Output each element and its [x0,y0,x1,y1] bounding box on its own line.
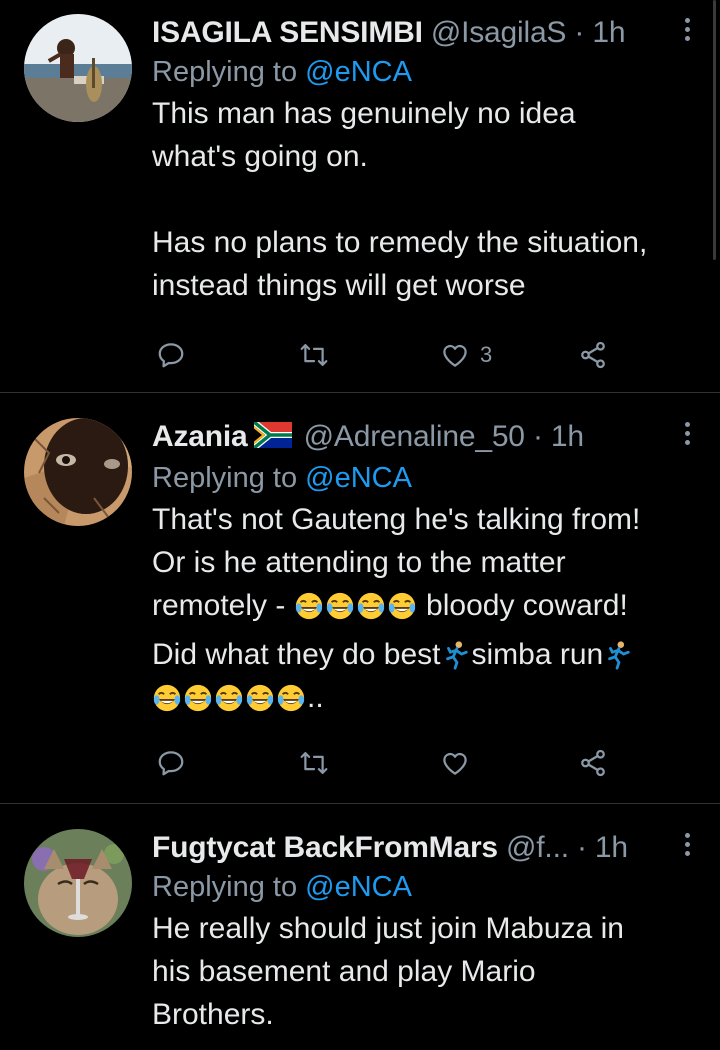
tweet-text: He really should just join Mabuza in his… [152,912,624,1031]
reply-icon [158,751,184,776]
avatar[interactable] [24,418,132,526]
tears-of-joy-emoji [326,592,353,620]
timestamp[interactable]: 1h [592,16,625,49]
tears-of-joy-emoji [277,684,305,712]
text-segment: Did what they do best [152,638,441,671]
south-africa-flag-icon [251,419,292,458]
reply-button[interactable] [156,338,186,372]
text-segment: simba run [471,638,604,671]
like-button[interactable]: 3 [440,338,492,372]
retweet-icon [300,344,328,366]
mention-link[interactable]: @eNCA [305,462,412,494]
display-name[interactable]: Fugtycat BackFromMars [152,831,498,864]
mention-link[interactable]: @eNCA [305,56,412,88]
share-icon [581,341,605,369]
text-line: Did what they do best simba run [152,633,697,676]
more-vertical-icon[interactable] [682,18,692,48]
heart-icon [443,752,467,775]
timestamp[interactable]: 1h [551,420,584,453]
timestamp[interactable]: 1h [595,831,628,864]
more-vertical-icon[interactable] [682,833,692,863]
replying-to-line: Replying to @eNCA [152,52,697,92]
tears-of-joy-emoji [246,684,274,712]
replying-to-label: Replying to [152,462,306,494]
tweet-header: ISAGILA SENSIMBI @IsagilaS · 1h [152,14,697,52]
replying-to-line: Replying to @eNCA [152,867,697,907]
separator: · [574,16,585,49]
cracked-earth-face-avatar [24,418,132,526]
tears-of-joy-emoji-group [152,682,307,725]
tears-of-joy-emoji [357,592,384,620]
reply-button[interactable] [156,746,186,780]
retweet-button[interactable] [298,746,330,780]
tweet-3[interactable]: Fugtycat BackFromMars @f... · 1h Replyin… [0,804,720,1050]
warrior-on-rock-avatar [24,14,132,122]
running-person-emoji [445,641,468,670]
tweet-header: Azania @Adrenaline_50 · 1h [152,418,697,458]
like-count: 3 [480,342,493,367]
tweet-text: This man has genuinely no idea what's go… [152,97,648,302]
tears-of-joy-emoji [295,592,322,620]
user-handle[interactable]: @IsagilaS [431,16,567,49]
tears-of-joy-emoji [215,684,243,712]
text-line: Or is he attending to the matter [152,546,566,579]
share-icon [581,749,605,777]
user-handle[interactable]: @f... [506,831,569,864]
tweet-1[interactable]: ISAGILA SENSIMBI @IsagilaS · 1h Replying… [0,0,720,392]
text-segment: bloody coward! [417,589,628,622]
text-segment: .. [307,681,324,714]
text-segment: remotely - [152,589,294,622]
tears-of-joy-emoji [388,592,415,620]
scrollbar[interactable] [713,0,716,260]
avatar[interactable] [24,14,132,122]
replying-to-line: Replying to @eNCA [152,458,697,498]
user-handle[interactable]: @Adrenaline_50 [304,420,525,453]
retweet-button[interactable] [298,338,330,372]
share-button[interactable] [578,338,608,372]
mention-link[interactable]: @eNCA [305,871,412,903]
separator: · [532,420,543,453]
tweet-header: Fugtycat BackFromMars @f... · 1h [152,829,697,867]
share-button[interactable] [578,746,608,780]
display-name[interactable]: ISAGILA SENSIMBI [152,16,423,49]
tweet-text: That's not Gauteng he's talking from! Or… [152,498,697,725]
tears-of-joy-emoji [153,684,181,712]
running-person-emoji [608,641,630,670]
text-line: That's not Gauteng he's talking from! [152,503,641,536]
reply-icon [158,343,184,368]
cat-drinking-wine-avatar [24,829,132,937]
text-line: .. [152,676,697,725]
tears-of-joy-emoji [184,684,212,712]
avatar[interactable] [24,829,132,937]
display-name[interactable]: Azania [152,420,248,453]
action-bar: 3 [152,338,622,372]
more-vertical-icon[interactable] [682,422,692,452]
retweet-icon [300,752,328,774]
replying-to-label: Replying to [152,56,306,88]
text-line: remotely - bloody coward! [152,584,697,633]
tweet-2[interactable]: Azania @Adrenaline_50 · 1h Replying to @… [0,393,720,803]
action-bar [152,746,622,780]
tears-of-joy-emoji-group [294,590,418,633]
separator: · [576,831,587,864]
replying-to-label: Replying to [152,871,306,903]
like-button[interactable] [440,746,470,780]
heart-icon [443,344,467,367]
